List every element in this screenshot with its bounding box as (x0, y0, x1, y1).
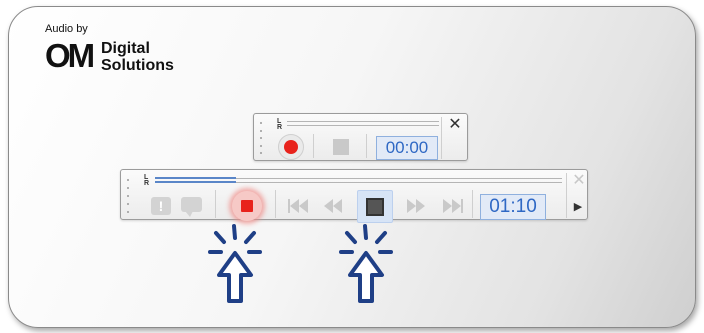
comment-button[interactable] (179, 196, 203, 218)
divider (313, 134, 314, 158)
rewind-button[interactable] (321, 197, 345, 215)
skip-forward-icon (443, 199, 463, 213)
fast-forward-icon (407, 199, 425, 213)
divider (366, 134, 367, 158)
exclamation-icon: ! (151, 197, 171, 215)
toolbar-grip-handle[interactable] (260, 122, 264, 154)
record-icon (284, 140, 298, 154)
record-button[interactable] (232, 191, 262, 221)
logo-digital: Digital (101, 40, 150, 57)
record-button[interactable] (278, 134, 304, 160)
play-triangle-icon: ▶ (573, 200, 583, 213)
close-icon: ✕ (448, 116, 462, 133)
level-meter-label: LR (144, 174, 150, 187)
skip-to-end-button[interactable] (441, 197, 465, 215)
expand-toolbar-button[interactable]: ▶ (570, 198, 586, 214)
logo-om-mark: OM (45, 37, 95, 74)
level-meter-right (287, 125, 439, 126)
close-toolbar-button[interactable]: ✕ (447, 117, 463, 133)
skip-to-start-button[interactable] (286, 197, 310, 215)
elapsed-time-display: 01:10 (480, 194, 546, 220)
logo-audio-by: Audio by (45, 23, 88, 35)
illustration-card: Audio by OM Digital Solutions LR ✕ 00:00 (8, 6, 696, 328)
close-icon: ✕ (572, 172, 586, 189)
stop-button[interactable] (330, 136, 352, 158)
skip-back-icon (288, 199, 308, 213)
compact-recorder-toolbar: LR ✕ 00:00 (253, 113, 468, 161)
index-mark-button[interactable]: ! (150, 196, 172, 216)
logo-solutions: Solutions (101, 57, 174, 74)
stop-button[interactable] (357, 190, 393, 223)
level-meter-left (287, 121, 439, 122)
divider (566, 190, 567, 218)
toolbar-grip-handle[interactable] (127, 179, 131, 213)
divider (441, 117, 442, 159)
elapsed-time-display: 00:00 (376, 136, 438, 160)
divider (215, 190, 216, 218)
full-recorder-toolbar: LR ✕ ! 01:10 ▶ (120, 169, 588, 223)
click-cursor-icon (335, 223, 399, 312)
close-toolbar-button[interactable]: ✕ (571, 173, 587, 189)
speech-bubble-icon (180, 197, 202, 217)
level-meter-right-fill (155, 181, 236, 183)
elapsed-time-text: 01:10 (489, 196, 537, 217)
click-cursor-icon (204, 223, 268, 312)
level-meter-label: LR (277, 118, 283, 131)
stop-icon (333, 139, 349, 155)
record-stop-icon (241, 200, 253, 212)
level-meter-left-fill (155, 177, 236, 179)
divider (275, 190, 276, 218)
rewind-icon (324, 199, 342, 213)
divider (472, 190, 473, 218)
stop-icon (366, 197, 384, 216)
elapsed-time-text: 00:00 (385, 138, 429, 157)
fast-forward-button[interactable] (404, 197, 428, 215)
